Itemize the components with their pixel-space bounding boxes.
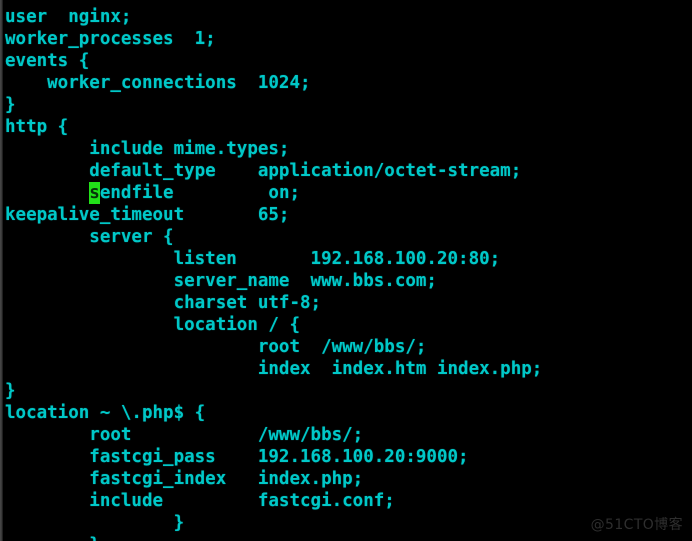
terminal-line: fastcgi_index index.php;	[5, 469, 364, 489]
terminal-line: index index.htm index.php;	[5, 359, 543, 379]
terminal-line: worker_connections 1024;	[5, 73, 311, 93]
terminal-line: }	[5, 381, 16, 401]
terminal-line: keepalive_timeout 65;	[5, 205, 290, 225]
terminal-line: server {	[5, 227, 174, 247]
terminal-line: listen 192.168.100.20:80;	[5, 249, 501, 269]
terminal-line: server_name www.bbs.com;	[5, 271, 437, 291]
terminal-line: events {	[5, 51, 90, 71]
terminal-line: }	[5, 513, 185, 533]
terminal-line: worker_processes 1;	[5, 29, 216, 49]
terminal-line: }	[3, 534, 692, 541]
terminal-line: include fastcgi.conf;	[5, 491, 395, 511]
terminal-line: root /www/bbs/;	[5, 337, 427, 357]
terminal-line: location ~ \.php$ {	[5, 403, 206, 423]
terminal-line: root /www/bbs/;	[5, 425, 364, 445]
terminal-text-area[interactable]: user nginx; worker_processes 1; events { w…	[3, 0, 692, 541]
terminal-line: sendfile on;	[89, 182, 301, 204]
terminal-line: charset utf-8;	[5, 293, 322, 313]
terminal-line: }	[5, 95, 16, 115]
terminal-line: http {	[5, 117, 69, 137]
terminal-line: location / {	[5, 315, 301, 335]
terminal-line: fastcgi_pass 192.168.100.20:9000;	[5, 447, 469, 467]
text-cursor: s	[89, 182, 100, 204]
terminal-window: user nginx; worker_processes 1; events { w…	[0, 0, 692, 541]
terminal-line: include mime.types;	[5, 139, 290, 159]
terminal-line: user nginx;	[5, 7, 132, 27]
terminal-line: default_type application/octet-stream;	[5, 161, 522, 181]
watermark-label: @51CTO博客	[590, 517, 683, 533]
